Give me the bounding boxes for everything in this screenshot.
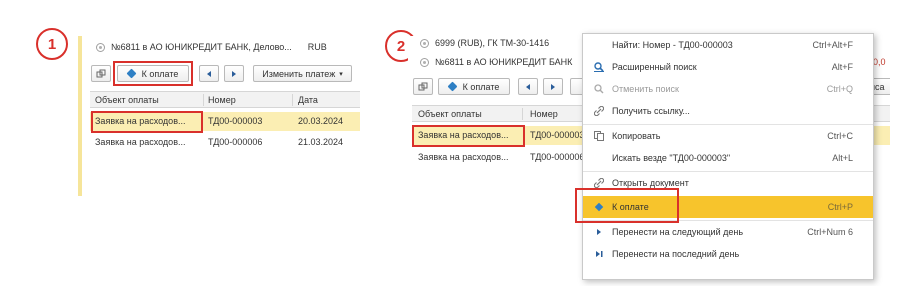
chevron-down-icon: ▾ xyxy=(339,70,343,78)
link-button[interactable] xyxy=(91,65,111,82)
menu-item-copy[interactable]: Копировать Ctrl+C xyxy=(583,125,873,147)
menu-item-label: Отменить поиск xyxy=(612,84,679,94)
menu-item-label: Найти: Номер - ТД00-000003 xyxy=(612,40,733,50)
account-name: №6811 в АО ЮНИКРЕДИТ БАНК, Делово... xyxy=(111,42,292,52)
pay-icon xyxy=(447,81,458,92)
annotation-box xyxy=(113,61,193,86)
annotation-box xyxy=(575,188,679,223)
search-icon xyxy=(594,62,604,72)
column-header-date[interactable]: Дата xyxy=(298,92,318,108)
step-1-panel: №6811 в АО ЮНИКРЕДИТ БАНК, Делово... RUB … xyxy=(78,36,360,196)
arrow-end-icon xyxy=(596,251,603,257)
account-name: №6811 в АО ЮНИКРЕДИТ БАНК xyxy=(435,57,573,67)
link-icon xyxy=(96,69,106,77)
menu-item-shortcut: Ctrl+Alt+F xyxy=(812,40,853,50)
menu-item-clipped[interactable] xyxy=(583,266,873,279)
change-payment-button[interactable]: Изменить платеж ▾ xyxy=(253,65,352,82)
table-row[interactable]: Заявка на расходов... ТД00-000006 21.03.… xyxy=(90,133,360,152)
annotation-box xyxy=(412,125,525,147)
arrow-left-icon xyxy=(526,83,530,90)
column-header-number[interactable]: Номер xyxy=(530,106,558,122)
annotation-box xyxy=(91,111,203,133)
arrow-right-icon xyxy=(597,229,601,235)
cell-object: Заявка на расходов... xyxy=(95,137,186,147)
menu-item-shortcut: Alt+F xyxy=(831,62,853,72)
column-header-number[interactable]: Номер xyxy=(208,92,236,108)
account-row[interactable]: №6811 в АО ЮНИКРЕДИТ БАНК, Делово... RUB xyxy=(96,40,327,54)
link-icon xyxy=(594,106,604,116)
column-separator xyxy=(203,94,204,106)
arrow-left-icon xyxy=(207,70,211,77)
account-currency: RUB xyxy=(307,42,327,52)
menu-item-shortcut: Ctrl+Num 6 xyxy=(807,227,853,237)
menu-item-shortcut: Ctrl+P xyxy=(827,202,853,212)
column-separator xyxy=(522,108,523,120)
menu-item-find[interactable]: Найти: Номер - ТД00-000003 Ctrl+Alt+F xyxy=(583,34,873,56)
menu-item-move-next-day[interactable]: Перенести на следующий день Ctrl+Num 6 xyxy=(583,221,873,243)
menu-item-shortcut: Alt+L xyxy=(832,153,853,163)
prev-day-button[interactable] xyxy=(199,65,219,82)
arrow-right-icon xyxy=(232,70,236,77)
radio-icon[interactable] xyxy=(420,39,429,49)
link-button[interactable] xyxy=(413,78,433,95)
cell-date: 21.03.2024 xyxy=(298,137,344,147)
menu-item-get-link[interactable]: Получить ссылку... xyxy=(583,100,873,122)
cell-number: ТД00-000003 xyxy=(208,116,263,126)
cell-number: ТД00-000003 xyxy=(530,130,585,140)
change-payment-label: Изменить платеж xyxy=(262,68,336,79)
next-day-button[interactable] xyxy=(543,78,563,95)
next-day-button[interactable] xyxy=(224,65,244,82)
pay-button[interactable]: К оплате xyxy=(438,78,510,95)
cell-object: Заявка на расходов... xyxy=(418,152,509,162)
prev-day-button[interactable] xyxy=(518,78,538,95)
menu-item-label: Перенести на следующий день xyxy=(612,227,744,237)
account-name: 6999 (RUB), ГК ТМ-30-1416 xyxy=(435,38,550,48)
menu-item-label: Получить ссылку... xyxy=(612,106,690,116)
grid-header: Объект оплаты Номер Дата xyxy=(90,91,360,108)
menu-item-label: Копировать xyxy=(612,131,661,141)
step-2-number: 2 xyxy=(396,37,406,55)
step-1-number: 1 xyxy=(47,35,57,53)
cell-number: ТД00-000006 xyxy=(208,137,263,147)
cancel-search-icon xyxy=(594,84,604,94)
column-header-object[interactable]: Объект оплаты xyxy=(418,106,482,122)
pay-button-label: К оплате xyxy=(462,81,500,92)
context-menu: Найти: Номер - ТД00-000003 Ctrl+Alt+F Ра… xyxy=(582,33,874,280)
accent-bar xyxy=(78,36,82,196)
step-1-marker: 1 xyxy=(36,28,68,60)
menu-item-shortcut: Ctrl+C xyxy=(827,131,853,141)
cell-date: 20.03.2024 xyxy=(298,116,344,126)
copy-icon xyxy=(594,131,604,141)
radio-icon[interactable] xyxy=(96,43,105,53)
menu-item-label: Искать везде "ТД00-000003" xyxy=(612,153,731,163)
menu-item-advanced-search[interactable]: Расширенный поиск Alt+F xyxy=(583,56,873,78)
open-document-icon xyxy=(594,178,604,188)
link-icon xyxy=(418,82,428,90)
account-row[interactable]: №6811 в АО ЮНИКРЕДИТ БАНК xyxy=(420,55,572,69)
arrow-right-icon xyxy=(551,83,555,90)
cell-number: ТД00-000006 xyxy=(530,152,585,162)
menu-item-cancel-search[interactable]: Отменить поиск Ctrl+Q xyxy=(583,78,873,100)
column-separator xyxy=(292,94,293,106)
radio-icon[interactable] xyxy=(420,58,429,68)
column-header-object[interactable]: Объект оплаты xyxy=(95,92,159,108)
menu-item-move-last-day[interactable]: Перенести на последний день xyxy=(583,243,873,265)
menu-item-label: Перенести на последний день xyxy=(612,249,740,259)
menu-item-shortcut: Ctrl+Q xyxy=(826,84,853,94)
menu-item-search-everywhere[interactable]: Искать везде "ТД00-000003" Alt+L xyxy=(583,147,873,169)
account-row[interactable]: 6999 (RUB), ГК ТМ-30-1416 xyxy=(420,36,549,50)
menu-item-label: Расширенный поиск xyxy=(612,62,697,72)
